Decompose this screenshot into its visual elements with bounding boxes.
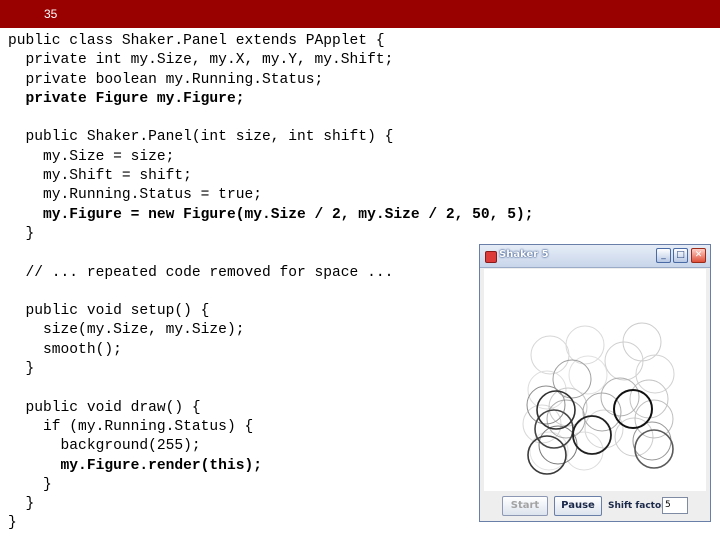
code-line: }	[8, 515, 17, 532]
window-titlebar[interactable]: Shaker 5 _ □ ✕	[480, 245, 710, 268]
code-line: smooth();	[8, 341, 122, 358]
code-line: private Figure my.Figure;	[8, 90, 245, 107]
shift-factor-label: Shift factor:	[608, 501, 670, 511]
close-icon[interactable]: ✕	[691, 248, 706, 263]
code-line: }	[8, 476, 52, 493]
code-line: public void setup() {	[8, 303, 210, 320]
maximize-icon[interactable]: □	[673, 248, 688, 263]
code-line: }	[8, 361, 35, 378]
shaker-window: Shaker 5 _ □ ✕ Start Pause Shift factor:…	[479, 244, 711, 522]
code-line: // ... repeated code removed for space .…	[8, 264, 394, 281]
start-button[interactable]: Start	[502, 496, 548, 516]
control-bar: Start Pause Shift factor: 5	[480, 493, 710, 521]
code-line: private int my.Size, my.X, my.Y, my.Shif…	[8, 52, 394, 69]
java-cup-icon	[485, 251, 497, 263]
circles-drawing	[522, 322, 675, 475]
code-line: }	[8, 496, 35, 513]
slide-header-bar: 35	[0, 0, 720, 28]
code-line: private boolean my.Running.Status;	[8, 71, 324, 88]
shift-factor-input[interactable]: 5	[662, 497, 688, 514]
code-line: }	[8, 225, 35, 242]
code-line: my.Figure.render(this);	[8, 457, 262, 474]
code-listing: public class Shaker.Panel extends PApple…	[8, 32, 533, 534]
slide-number: 35	[44, 7, 58, 21]
code-line: public void draw() {	[8, 399, 201, 416]
code-line: public Shaker.Panel(int size, int shift)…	[8, 129, 394, 146]
code-line: my.Shift = shift;	[8, 168, 192, 185]
window-title: Shaker 5	[499, 249, 549, 260]
code-line: size(my.Size, my.Size);	[8, 322, 245, 339]
code-line: if (my.Running.Status) {	[8, 418, 254, 435]
code-line: background(255);	[8, 438, 201, 455]
pause-button[interactable]: Pause	[554, 496, 602, 516]
code-line: my.Size = size;	[8, 148, 175, 165]
code-line: public class Shaker.Panel extends PApple…	[8, 33, 385, 49]
code-line: my.Figure = new Figure(my.Size / 2, my.S…	[8, 206, 534, 223]
code-line: my.Running.Status = true;	[8, 187, 262, 204]
minimize-icon[interactable]: _	[656, 248, 671, 263]
sketch-canvas	[484, 269, 706, 491]
